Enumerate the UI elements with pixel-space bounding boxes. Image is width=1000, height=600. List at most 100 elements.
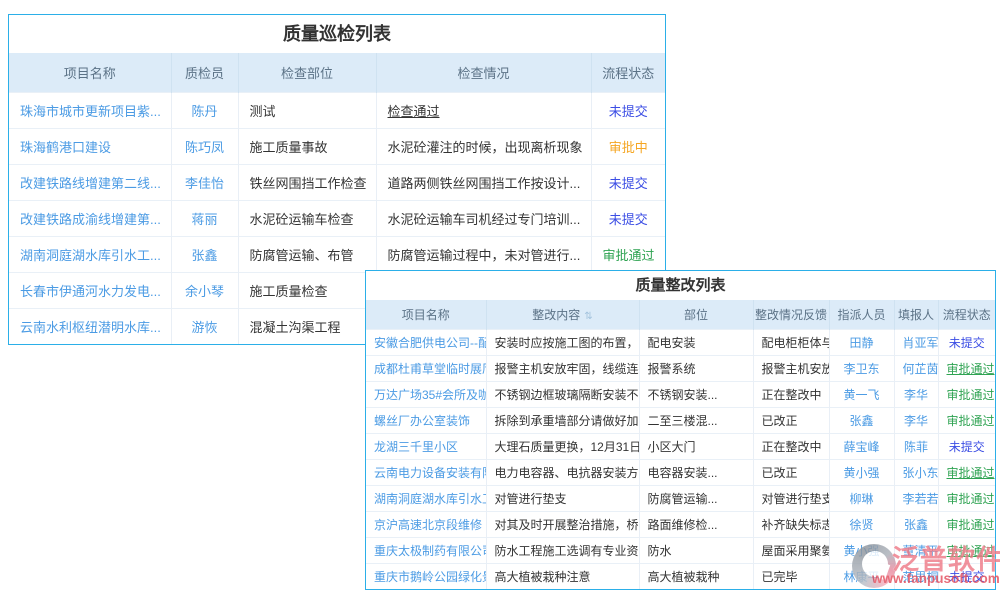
check-situation-cell: 防腐管运输过程中，未对管进行... [376,237,591,273]
column-header-4: 流程状态 [591,53,665,93]
project-name-cell[interactable]: 成都杜甫草堂临时展厅独立展... [366,356,486,382]
project-name-cell[interactable]: 改建铁路成渝线增建第... [9,201,171,237]
flow-status-badge[interactable]: 未提交 [591,165,665,201]
reporter-name-cell[interactable]: 张鑫 [894,512,938,538]
check-part-cell: 水泥砼运输车检查 [238,201,376,237]
flow-status-badge[interactable]: 未提交 [591,93,665,129]
table-row: 改建铁路成渝线增建第...蒋丽水泥砼运输车检查水泥砼运输车司机经过专门培训...… [9,201,665,237]
part-cell: 防水 [639,538,753,564]
project-name-cell[interactable]: 珠海市城市更新项目紫... [9,93,171,129]
project-name-cell[interactable]: 龙湖三千里小区 [366,434,486,460]
table-row: 成都杜甫草堂临时展厅独立展...报警主机安放牢固，线缆连接...报警系统报警主机… [366,356,995,382]
reporter-name-cell[interactable]: 李若若 [894,486,938,512]
project-name-cell[interactable]: 万达广场35#会所及咖啡厅空... [366,382,486,408]
project-name-cell[interactable]: 重庆市鹅岭公园绿化景观提升... [366,564,486,590]
project-name-cell[interactable]: 安徽合肥供电公司--配电设备... [366,330,486,356]
feedback-cell: 屋面采用聚氨... [753,538,829,564]
check-situation-cell: 道路两侧铁丝网围挡工作按设计... [376,165,591,201]
feedback-cell: 已改正 [753,408,829,434]
inspector-name-cell[interactable]: 蒋丽 [171,201,238,237]
column-header-3: 整改情况反馈 [753,300,829,330]
flow-status-badge[interactable]: 审批通过 [938,382,995,408]
sort-icon[interactable]: ⇅ [584,311,592,322]
table-row: 珠海鹤港口建设陈巧凤施工质量事故水泥砼灌注的时候，出现离析现象审批中 [9,129,665,165]
project-name-cell[interactable]: 螺丝厂办公室装饰 [366,408,486,434]
assignee-name-cell[interactable]: 徐贤 [829,512,894,538]
assignee-name-cell[interactable]: 田静 [829,330,894,356]
reporter-name-cell[interactable]: 何芷茵 [894,356,938,382]
column-header-2: 检查部位 [238,53,376,93]
inspector-name-cell[interactable]: 李佳怡 [171,165,238,201]
rectify-content-cell: 对管进行垫支 [486,486,639,512]
flow-status-badge[interactable]: 审批通过 [938,460,995,486]
flow-status-badge[interactable]: 未提交 [938,330,995,356]
inspector-name-cell[interactable]: 张鑫 [171,237,238,273]
rectify-content-cell: 对其及时开展整治措施，桥头... [486,512,639,538]
project-name-cell[interactable]: 云南电力设备安装有限公司20... [366,460,486,486]
rectify-content-cell: 安装时应按施工图的布置，将... [486,330,639,356]
check-situation-cell: 检查通过 [376,93,591,129]
project-name-cell[interactable]: 长春市伊通河水力发电... [9,273,171,309]
flow-status-badge[interactable]: 未提交 [938,434,995,460]
reporter-name-cell[interactable]: 张小东 [894,460,938,486]
project-name-cell[interactable]: 湖南洞庭湖水库引水工程施工标 [366,486,486,512]
column-header-3: 检查情况 [376,53,591,93]
column-header-4: 指派人员 [829,300,894,330]
project-name-cell[interactable]: 改建铁路线增建第二线... [9,165,171,201]
table-row: 湖南洞庭湖水库引水工...张鑫防腐管运输、布管防腐管运输过程中，未对管进行...… [9,237,665,273]
flow-status-badge[interactable]: 审批通过 [938,486,995,512]
flow-status-badge[interactable]: 审批通过 [938,356,995,382]
rectify-content-cell: 高大植被栽种注意 [486,564,639,590]
part-cell: 防腐管运输... [639,486,753,512]
column-header-0: 项目名称 [9,53,171,93]
feedback-cell: 对管进行垫支 [753,486,829,512]
project-name-cell[interactable]: 云南水利枢纽潜明水库... [9,309,171,345]
part-cell: 电容器安装... [639,460,753,486]
assignee-name-cell[interactable]: 薛宝峰 [829,434,894,460]
check-part-cell: 施工质量检查 [238,273,376,309]
project-name-cell[interactable]: 湖南洞庭湖水库引水工... [9,237,171,273]
assignee-name-cell[interactable]: 黄一飞 [829,382,894,408]
table-row: 京沪高速北京段维修对其及时开展整治措施，桥头...路面维修检...补齐缺失标志.… [366,512,995,538]
feedback-cell: 已改正 [753,460,829,486]
rectify-content-cell: 电力电容器、电抗器安装方案,... [486,460,639,486]
check-part-cell: 施工质量事故 [238,129,376,165]
table-row: 珠海市城市更新项目紫...陈丹测试检查通过未提交 [9,93,665,129]
flow-status-badge[interactable]: 审批通过 [938,408,995,434]
table-row: 龙湖三千里小区大理石质量更换，12月31日之...小区大门正在整改中薛宝峰陈菲未… [366,434,995,460]
part-cell: 报警系统 [639,356,753,382]
inspector-name-cell[interactable]: 游恢 [171,309,238,345]
inspector-name-cell[interactable]: 陈丹 [171,93,238,129]
check-part-cell: 测试 [238,93,376,129]
assignee-name-cell[interactable]: 黄小强 [829,460,894,486]
reporter-name-cell[interactable]: 肖亚军 [894,330,938,356]
column-header-0: 项目名称 [366,300,486,330]
flow-status-badge[interactable]: 审批通过 [591,237,665,273]
part-cell: 二至三楼混... [639,408,753,434]
assignee-name-cell[interactable]: 柳琳 [829,486,894,512]
rectification-header-row: 项目名称整改内容⇅部位整改情况反馈指派人员填报人流程状态 [366,300,995,330]
reporter-name-cell[interactable]: 李华 [894,408,938,434]
rectification-list-title: 质量整改列表 [366,271,995,300]
flow-status-badge[interactable]: 审批通过 [938,512,995,538]
reporter-name-cell[interactable]: 陈菲 [894,434,938,460]
assignee-name-cell[interactable]: 李卫东 [829,356,894,382]
reporter-name-cell[interactable]: 李华 [894,382,938,408]
project-name-cell[interactable]: 京沪高速北京段维修 [366,512,486,538]
table-row: 云南电力设备安装有限公司20...电力电容器、电抗器安装方案,...电容器安装.… [366,460,995,486]
flow-status-badge[interactable]: 未提交 [591,201,665,237]
inspector-name-cell[interactable]: 余小琴 [171,273,238,309]
part-cell: 小区大门 [639,434,753,460]
inspector-name-cell[interactable]: 陈巧凤 [171,129,238,165]
feedback-cell: 配电柜柜体与... [753,330,829,356]
column-header-1[interactable]: 整改内容⇅ [486,300,639,330]
project-name-cell[interactable]: 重庆太极制药有限公司亳州中... [366,538,486,564]
assignee-name-cell[interactable]: 张鑫 [829,408,894,434]
table-row: 安徽合肥供电公司--配电设备...安装时应按施工图的布置，将...配电安装配电柜… [366,330,995,356]
feedback-cell: 补齐缺失标志... [753,512,829,538]
table-row: 湖南洞庭湖水库引水工程施工标对管进行垫支防腐管运输...对管进行垫支柳琳李若若审… [366,486,995,512]
part-cell: 路面维修检... [639,512,753,538]
flow-status-badge[interactable]: 审批中 [591,129,665,165]
project-name-cell[interactable]: 珠海鹤港口建设 [9,129,171,165]
column-header-2: 部位 [639,300,753,330]
